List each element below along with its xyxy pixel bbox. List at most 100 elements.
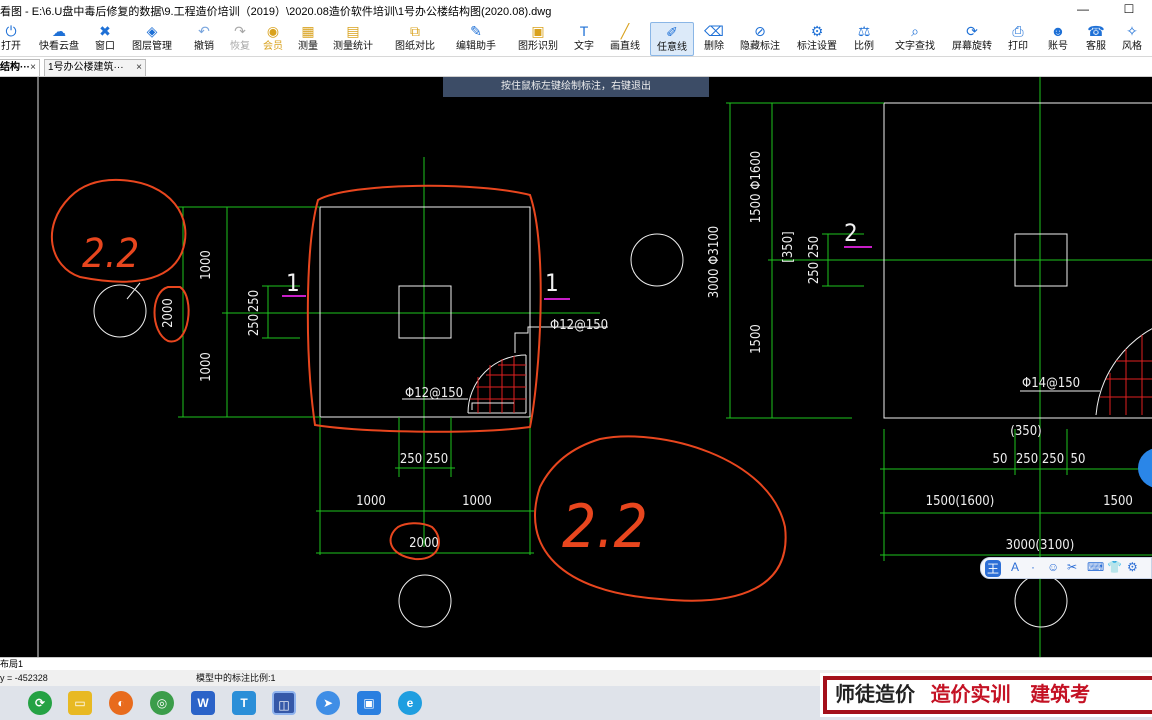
taskbar-firefox-icon[interactable]: ◐ [109, 691, 133, 715]
cloud-icon: ☁ [52, 23, 66, 39]
ime-punct-icon[interactable]: · [1031, 560, 1035, 574]
taskbar-wps-icon[interactable]: W [191, 691, 215, 715]
freehand-icon: ✐ [666, 24, 678, 40]
rotate-screen-icon: ⟳ [966, 23, 978, 39]
promo-text-a: 师徒造价 [835, 684, 915, 706]
ime-skin-icon[interactable]: 👕 [1107, 560, 1122, 574]
shape-recognize-button[interactable]: ▣ 图形识别 [516, 22, 560, 56]
taskbar-recorder-icon[interactable]: ▣ [357, 691, 381, 715]
dim-right-b-total: 3000(3100) [1006, 538, 1075, 553]
edit-assistant-icon: ✎ [470, 23, 482, 39]
support-button[interactable]: ☎ 客服 [1084, 22, 1108, 56]
measure-icon: ▦ [301, 23, 315, 39]
dim-right-lower: 1500 [749, 324, 764, 354]
undo-icon: ↶ [198, 23, 210, 39]
dim-right-bracket: [350] [781, 231, 796, 262]
rebar-label-c: Φ14@150 [1022, 376, 1080, 391]
ime-toolbar[interactable]: 王 A · ☺ ✂ ⌨ 👕 ⚙ [980, 557, 1152, 579]
tab-close-icon[interactable]: × [30, 60, 36, 75]
account-button[interactable]: ☻ 账号 [1046, 22, 1070, 56]
dim-bottom-b: 250 [426, 452, 448, 467]
line-icon: ╱ [620, 23, 630, 39]
maximize-button[interactable]: ☐ [1106, 0, 1152, 20]
undo-button[interactable]: ↶ 撤销 [190, 22, 218, 56]
handwritten-note-b: 2.2 [562, 492, 648, 562]
measure-button[interactable]: ▦ 测量 [294, 22, 322, 56]
dim-right-col-b: 250 [807, 236, 822, 258]
taskbar-file-explorer-icon[interactable]: ▭ [68, 691, 92, 715]
text-search-button[interactable]: ⌕ 文字查找 [893, 22, 937, 56]
ime-keyboard-icon[interactable]: ⌨ [1087, 560, 1104, 574]
dim-right-b-f: 1500 [1103, 494, 1133, 509]
open-button[interactable]: ⏻ 打开 [0, 22, 26, 56]
redo-button[interactable]: ↷ 恢复 [226, 22, 254, 56]
scale-icon: ⚖ [857, 23, 871, 39]
measure-stats-button[interactable]: ▤ 测量统计 [331, 22, 375, 56]
account-icon: ☻ [1050, 23, 1066, 39]
dim-left-total: 2000 [161, 298, 176, 328]
cloud-disk-button[interactable]: ☁ 快看云盘 [36, 22, 82, 56]
tab-structure[interactable]: 结构··· × [0, 59, 40, 76]
dim-bottom-c: 1000 [356, 494, 386, 509]
eraser-icon: ⌫ [704, 23, 724, 39]
taskbar-app-360-icon[interactable]: ⟳ [28, 691, 52, 715]
minimize-button[interactable]: — [1060, 0, 1106, 20]
title-bar: 看图 - E:\6.U盘中毒后修复的数据\9.工程造价培训（2019）\2020… [0, 0, 1152, 20]
scale-readout: 模型中的标注比例:1 [196, 673, 276, 683]
dim-right-upper: 1500 Φ1600 [749, 151, 764, 223]
style-icon: ✧ [1126, 23, 1138, 39]
layer-manage-button[interactable]: ◈ 图层管理 [130, 22, 174, 56]
taskbar-edge-icon[interactable]: e [398, 691, 422, 715]
dim-right-b-b: 250 [1016, 452, 1038, 467]
taskbar-chrome-icon[interactable]: ◎ [150, 691, 174, 715]
promo-text-b: 造价实训 [930, 684, 1011, 706]
style-button[interactable]: ✧ 风格 [1120, 22, 1144, 56]
dim-right-b-a: 50 [993, 452, 1008, 467]
layers-icon: ◈ [146, 23, 158, 39]
ime-emoji-icon[interactable]: ☺ [1047, 560, 1059, 574]
vip-button[interactable]: ◉ 会员 [259, 22, 287, 56]
tab-structure-label: 结构··· [0, 62, 30, 73]
print-button[interactable]: ⎙ 打印 [1006, 22, 1030, 56]
vip-icon: ◉ [266, 23, 280, 39]
dim-right-b-c: 250 [1042, 452, 1064, 467]
compare-button[interactable]: ⧉ 图纸对比 [392, 22, 438, 56]
rebar-label-b: Φ12@150 [405, 386, 463, 401]
dim-right-total-v: 3000 Φ3100 [707, 226, 722, 298]
compare-icon: ⧉ [410, 23, 420, 39]
app-window: 看图 - E:\6.U盘中毒后修复的数据\9.工程造价培训（2019）\2020… [0, 0, 1152, 720]
taskbar-cad-viewer-icon[interactable]: ◫ [272, 691, 296, 715]
shape-recognize-icon: ▣ [531, 23, 545, 39]
annotation-settings-icon: ⚙ [810, 23, 824, 39]
dim-bottom-a: 250 [400, 452, 422, 467]
window-button[interactable]: ✖ 窗口 [91, 22, 119, 56]
text-button[interactable]: T 文字 [572, 22, 596, 56]
tab-close-icon[interactable]: × [136, 60, 142, 75]
taskbar-browser-icon[interactable]: ➤ [316, 691, 340, 715]
edit-assistant-button[interactable]: ✎ 编辑助手 [454, 22, 498, 56]
ime-logo-icon[interactable]: 王 [985, 560, 1002, 577]
line-button[interactable]: ╱ 画直线 [608, 22, 642, 56]
rebar-label-a: Φ12@150 [550, 318, 608, 333]
ime-settings-icon[interactable]: ⚙ [1127, 560, 1138, 574]
section-mark-1-left: 1 [286, 269, 300, 297]
rotate-screen-button[interactable]: ⟳ 屏幕旋转 [950, 22, 994, 56]
hide-annotation-button[interactable]: ⊘ 隐藏标注 [738, 22, 782, 56]
tab-architecture[interactable]: 1号办公楼建筑··· × [44, 59, 146, 76]
document-tabs: 结构··· × 1号办公楼建筑··· × [0, 57, 1152, 77]
dim-right-b-d: 50 [1071, 452, 1086, 467]
dim-left-upper: 1000 [199, 250, 214, 280]
dim-bottom-total: 2000 [409, 536, 439, 551]
scale-button[interactable]: ⚖ 比例 [852, 22, 876, 56]
layout-tab[interactable]: 布局1 [0, 658, 23, 670]
ime-mode-icon[interactable]: A [1011, 560, 1019, 574]
tab-architecture-label: 1号办公楼建筑··· [48, 62, 124, 73]
delete-button[interactable]: ⌫ 删除 [702, 22, 726, 56]
section-mark-2: 2 [844, 219, 858, 247]
annotation-settings-button[interactable]: ⚙ 标注设置 [795, 22, 839, 56]
freehand-button[interactable]: ✐ 任意线 [650, 22, 694, 56]
ime-scissors-icon[interactable]: ✂ [1067, 560, 1077, 574]
print-icon: ⎙ [1012, 23, 1024, 39]
main-toolbar: ⏻ 打开 ☁ 快看云盘 ✖ 窗口 ◈ 图层管理 ↶ 撤销 ↷ 恢复 ◉ 会员 ▦ 测量 ▤ 测量统… [0, 20, 1152, 57]
taskbar-text-editor-icon[interactable]: T [232, 691, 256, 715]
